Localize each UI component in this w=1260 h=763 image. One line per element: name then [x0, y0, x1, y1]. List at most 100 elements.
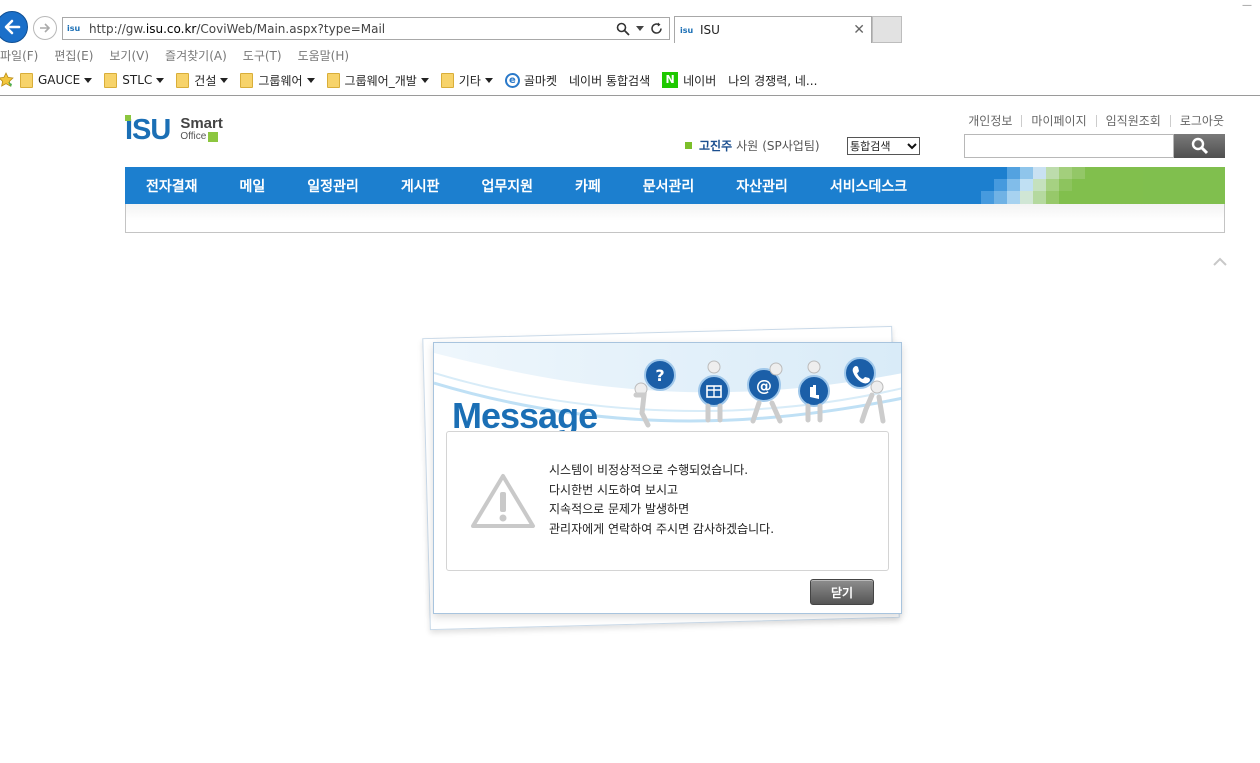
- browser-tab[interactable]: isu ISU ✕: [674, 16, 872, 43]
- favorite-item[interactable]: 건설: [176, 72, 229, 89]
- url-text[interactable]: http://gw.isu.co.kr/CoviWeb/Main.aspx?ty…: [89, 22, 616, 36]
- close-tab-icon[interactable]: ✕: [853, 22, 865, 38]
- nav-item[interactable]: 자산관리: [715, 176, 809, 196]
- close-button[interactable]: 닫기: [810, 579, 874, 605]
- sub-navigation-bar: [125, 204, 1225, 233]
- menu-item[interactable]: 파일(F): [0, 47, 38, 64]
- figure-gift-icon: [698, 360, 730, 423]
- favorite-item[interactable]: 그룹웨어: [240, 72, 315, 89]
- nav-mosaic-decoration: [965, 167, 1225, 204]
- logo-office-row: Office: [180, 130, 223, 143]
- menu-item[interactable]: 보기(V): [109, 47, 149, 64]
- search-button[interactable]: [1174, 134, 1225, 158]
- dialog-message-text: 시스템이 비정상적으로 수행되었습니다. 다시한번 시도하여 보시고 지속적으로 문…: [549, 461, 774, 539]
- url-path: /CoviWeb/Main.aspx?type=Mail: [196, 21, 386, 36]
- favorite-label: 네이버 통합검색: [569, 73, 651, 88]
- logo-office-mark-icon: [208, 131, 219, 142]
- chevron-down-icon[interactable]: [636, 26, 644, 31]
- favorite-label: GAUCE: [38, 73, 81, 87]
- tab-favicon-icon: isu: [680, 25, 694, 35]
- search-icon: [1191, 137, 1208, 155]
- favorite-label: 나의 경쟁력, 네...: [728, 73, 818, 88]
- chevron-down-icon: [484, 77, 493, 83]
- search-scope-value: 통합검색: [850, 140, 891, 153]
- favorite-item[interactable]: GAUCE: [20, 72, 93, 88]
- favorite-item[interactable]: e 골마켓: [504, 72, 557, 89]
- chevron-down-icon: [220, 77, 229, 83]
- menu-item[interactable]: 도움말(H): [298, 47, 350, 64]
- logo-subtitle: Smart Office: [180, 115, 223, 143]
- top-link[interactable]: 개인정보: [959, 115, 1021, 127]
- nav-item[interactable]: 카페: [554, 176, 622, 196]
- nav-item[interactable]: 문서관리: [622, 176, 716, 196]
- folder-icon: [326, 72, 340, 88]
- favorite-item[interactable]: 네이버 통합검색: [569, 72, 650, 89]
- menu-item[interactable]: 도구(T): [243, 47, 282, 64]
- folder-icon: [20, 72, 33, 88]
- user-name: 고진주: [699, 139, 733, 153]
- logo-dot: [125, 115, 131, 121]
- menu-item[interactable]: 즐겨찾기(A): [165, 47, 227, 64]
- nav-item[interactable]: 메일: [219, 176, 287, 196]
- nav-item[interactable]: 업무지원: [460, 176, 554, 196]
- main-navigation: 전자결재 메일 일정관리 게시판 업무지원 카페 문서관리 자산관리 서비스데스크: [125, 167, 1225, 204]
- favorites-bar: GAUCE STLC 건설 그룹웨어 그룹웨어_개발 기타 e 골마켓 네이버 통합검색 N 네이버…: [0, 67, 1260, 93]
- figure-question-icon: ?: [633, 359, 676, 428]
- folder-icon: [440, 72, 454, 88]
- menu-item[interactable]: 편집(E): [54, 47, 93, 64]
- window-min-icon[interactable]: —: [1242, 0, 1252, 11]
- favorite-item[interactable]: STLC: [104, 72, 165, 88]
- favorite-label: 그룹웨어_개발: [344, 73, 417, 88]
- message-dialog: Message ? @ 시스템이 비정상적으로 수행되었습니다. 다시한번 시도…: [433, 342, 902, 614]
- figure-at-icon: @: [747, 362, 783, 424]
- nav-item[interactable]: 서비스데스크: [809, 176, 928, 196]
- back-button[interactable]: [0, 11, 28, 43]
- chevron-down-icon: [306, 77, 315, 83]
- nav-item[interactable]: 게시판: [380, 176, 461, 196]
- refresh-icon[interactable]: [650, 22, 663, 35]
- message-line: 다시한번 시도하여 보시고: [549, 482, 679, 497]
- favorite-item[interactable]: 기타: [440, 72, 493, 89]
- user-info: 고진주 사원 (SP사업팀): [685, 137, 820, 154]
- favorite-item[interactable]: 그룹웨어_개발: [326, 72, 429, 89]
- url-prefix: http://gw.: [89, 21, 146, 36]
- top-utility-links: 개인정보 마이페이지 임직원조회 로그아웃: [959, 115, 1224, 127]
- favorite-label: 그룹웨어: [258, 73, 303, 88]
- back-arrow-icon: [4, 19, 21, 35]
- figure-phone-icon: [844, 357, 886, 424]
- favorite-label: 기타: [458, 73, 481, 88]
- nav-item[interactable]: 일정관리: [286, 176, 380, 196]
- menu-bar: 파일(F) 편집(E) 보기(V) 즐겨찾기(A) 도구(T) 도움말(H): [0, 44, 1260, 66]
- top-link[interactable]: 로그아웃: [1169, 115, 1224, 127]
- chevron-down-icon: [84, 77, 93, 83]
- user-rank: 사원: [736, 139, 759, 153]
- message-line: 관리자에게 연락하여 주시면 감사하겠습니다.: [549, 521, 775, 536]
- warning-icon: [471, 474, 535, 528]
- address-bar[interactable]: isu http://gw.isu.co.kr/CoviWeb/Main.asp…: [62, 17, 670, 40]
- top-link[interactable]: 임직원조회: [1095, 115, 1170, 127]
- favorites-star-icon[interactable]: [0, 72, 14, 88]
- browser-chrome: isu http://gw.isu.co.kr/CoviWeb/Main.asp…: [0, 0, 1260, 96]
- favorite-label: 네이버: [683, 73, 717, 88]
- forward-button[interactable]: [33, 16, 57, 40]
- search-input[interactable]: [964, 134, 1174, 158]
- new-tab-button[interactable]: [872, 16, 902, 43]
- top-link[interactable]: 마이페이지: [1021, 115, 1095, 127]
- favorite-item[interactable]: N 네이버: [662, 72, 716, 89]
- folder-icon: [176, 72, 190, 88]
- scroll-to-top-icon[interactable]: [1213, 257, 1227, 267]
- svg-text:?: ?: [655, 366, 664, 385]
- logo-isu-text: ISU: [125, 114, 171, 146]
- isu-smart-office-logo[interactable]: ISU Smart Office: [125, 115, 223, 145]
- nav-item[interactable]: 전자결재: [125, 176, 219, 196]
- favorite-item[interactable]: 나의 경쟁력, 네...: [728, 72, 817, 89]
- favorite-label: 건설: [194, 73, 217, 88]
- search-icon[interactable]: [616, 22, 630, 36]
- search-scope-select[interactable]: 통합검색: [847, 137, 920, 155]
- svg-text:@: @: [756, 376, 772, 395]
- favorite-label: STLC: [122, 73, 153, 87]
- folder-icon: [104, 72, 118, 88]
- naver-icon: N: [662, 72, 679, 88]
- logo-main: ISU: [125, 114, 171, 146]
- logo-smart: Smart: [180, 115, 223, 132]
